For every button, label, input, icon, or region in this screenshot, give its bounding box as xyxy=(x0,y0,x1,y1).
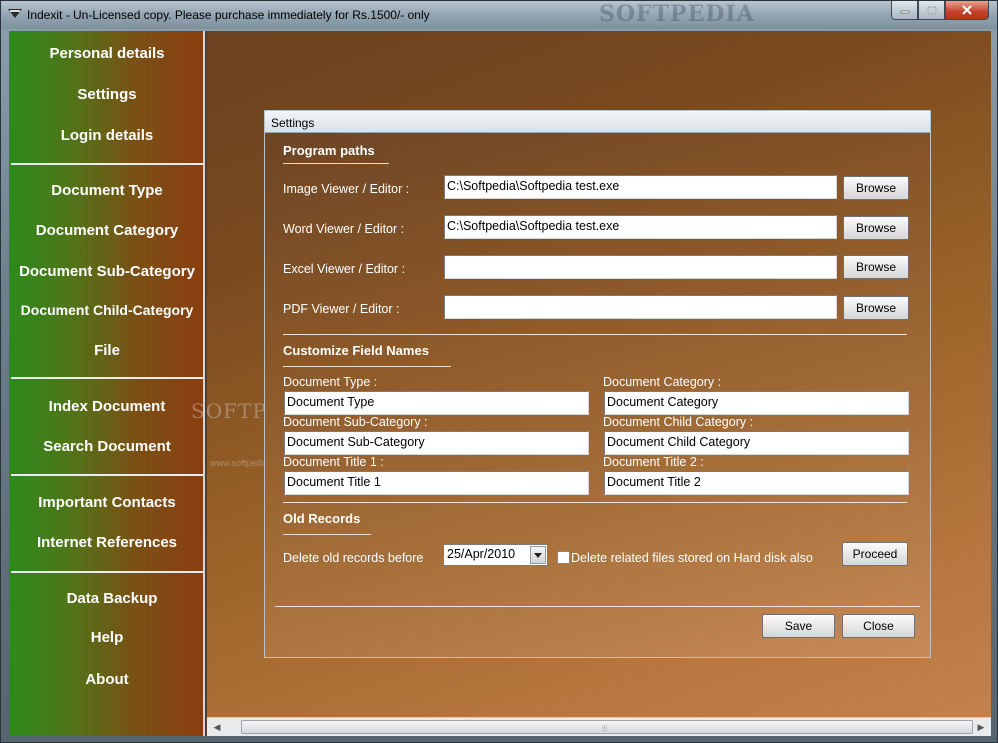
image-viewer-label: Image Viewer / Editor : xyxy=(283,182,410,196)
nav-document-sub-category[interactable]: Document Sub-Category xyxy=(9,263,205,280)
footer-divider xyxy=(275,606,920,607)
document-type-input[interactable]: Document Type xyxy=(284,391,589,415)
image-viewer-browse-button[interactable]: Browse xyxy=(843,176,909,200)
excel-viewer-browse-button[interactable]: Browse xyxy=(843,255,909,279)
field-names-heading: Customize Field Names xyxy=(283,343,429,358)
delete-files-checkbox-label: Delete related files stored on Hard disk… xyxy=(571,551,813,565)
nav-file[interactable]: File xyxy=(9,342,205,359)
dialog-title: Settings xyxy=(265,111,930,133)
scroll-right-icon[interactable]: ▶ xyxy=(973,720,989,734)
close-icon xyxy=(962,5,972,15)
title-bar[interactable]: Indexit - Un-Licensed copy. Please purch… xyxy=(1,1,997,29)
close-button[interactable]: Close xyxy=(842,614,915,638)
image-viewer-path-input[interactable]: C:\Softpedia\Softpedia test.exe xyxy=(444,175,837,199)
nav-important-contacts[interactable]: Important Contacts xyxy=(9,494,205,511)
maximize-button[interactable] xyxy=(918,1,945,20)
app-icon xyxy=(8,9,22,18)
document-category-input[interactable]: Document Category xyxy=(604,391,909,415)
document-category-label: Document Category : xyxy=(603,375,722,389)
scroll-left-icon[interactable]: ◀ xyxy=(209,720,225,734)
nav-help[interactable]: Help xyxy=(9,629,205,646)
nav-about[interactable]: About xyxy=(9,671,205,688)
word-viewer-browse-button[interactable]: Browse xyxy=(843,216,909,240)
window-title: Indexit - Un-Licensed copy. Please purch… xyxy=(27,8,430,22)
scrollbar-thumb[interactable]: ⦙⦙⦙ xyxy=(241,720,973,734)
nav-index-document[interactable]: Index Document xyxy=(9,398,205,415)
sidebar-divider xyxy=(11,163,203,165)
document-title-2-input[interactable]: Document Title 2 xyxy=(604,471,909,495)
sidebar-divider xyxy=(11,474,203,476)
sidebar-divider xyxy=(11,571,203,573)
heading-underline xyxy=(283,163,389,164)
delete-old-records-label: Delete old records before xyxy=(283,551,424,565)
old-records-heading: Old Records xyxy=(283,511,361,526)
program-paths-heading: Program paths xyxy=(283,143,375,158)
document-title-2-label: Document Title 2 : xyxy=(603,455,704,469)
section-divider xyxy=(283,502,907,503)
settings-dialog: Settings Program paths Image Viewer / Ed… xyxy=(264,110,931,658)
document-child-category-label: Document Child Category : xyxy=(603,415,754,429)
nav-login-details[interactable]: Login details xyxy=(9,127,205,144)
nav-document-type[interactable]: Document Type xyxy=(9,182,205,199)
word-viewer-path-input[interactable]: C:\Softpedia\Softpedia test.exe xyxy=(444,215,837,239)
minimize-button[interactable] xyxy=(891,1,918,20)
heading-underline xyxy=(283,534,371,535)
nav-settings[interactable]: Settings xyxy=(9,86,205,103)
close-window-button[interactable] xyxy=(945,1,989,20)
word-viewer-label: Word Viewer / Editor : xyxy=(283,222,405,236)
heading-underline xyxy=(283,366,451,367)
nav-personal-details[interactable]: Personal details xyxy=(9,45,205,62)
excel-viewer-label: Excel Viewer / Editor : xyxy=(283,262,406,276)
pdf-viewer-browse-button[interactable]: Browse xyxy=(843,296,909,320)
document-child-category-input[interactable]: Document Child Category xyxy=(604,431,909,455)
excel-viewer-path-input[interactable] xyxy=(444,255,837,279)
title-watermark: SOFTPEDIA xyxy=(599,1,755,27)
sidebar: Personal details Settings Login details … xyxy=(9,31,205,736)
nav-data-backup[interactable]: Data Backup xyxy=(14,590,210,607)
nav-internet-references[interactable]: Internet References xyxy=(9,534,205,551)
pdf-viewer-label: PDF Viewer / Editor : xyxy=(283,302,400,316)
date-value: 25/Apr/2010 xyxy=(447,547,516,561)
chevron-down-icon[interactable] xyxy=(530,546,546,564)
document-sub-category-input[interactable]: Document Sub-Category xyxy=(284,431,589,455)
nav-document-category[interactable]: Document Category xyxy=(9,222,205,239)
grip-icon: ⦙⦙⦙ xyxy=(602,724,608,733)
minimize-icon xyxy=(900,10,909,14)
horizontal-scrollbar[interactable]: ◀ ⦙⦙⦙ ▶ xyxy=(207,717,991,736)
document-type-label: Document Type : xyxy=(283,375,378,389)
document-sub-category-label: Document Sub-Category : xyxy=(283,415,428,429)
proceed-button[interactable]: Proceed xyxy=(842,542,908,566)
delete-files-checkbox[interactable] xyxy=(557,551,570,564)
document-title-1-label: Document Title 1 : xyxy=(283,455,384,469)
save-button[interactable]: Save xyxy=(762,614,835,638)
nav-document-child-category[interactable]: Document Child-Category xyxy=(9,302,205,318)
maximize-icon xyxy=(926,5,937,15)
delete-before-date-picker[interactable]: 25/Apr/2010 xyxy=(443,544,548,566)
pdf-viewer-path-input[interactable] xyxy=(444,295,837,319)
sidebar-divider xyxy=(11,377,203,379)
app-window: Indexit - Un-Licensed copy. Please purch… xyxy=(0,0,998,743)
document-title-1-input[interactable]: Document Title 1 xyxy=(284,471,589,495)
section-divider xyxy=(283,334,907,335)
nav-search-document[interactable]: Search Document xyxy=(9,438,205,455)
